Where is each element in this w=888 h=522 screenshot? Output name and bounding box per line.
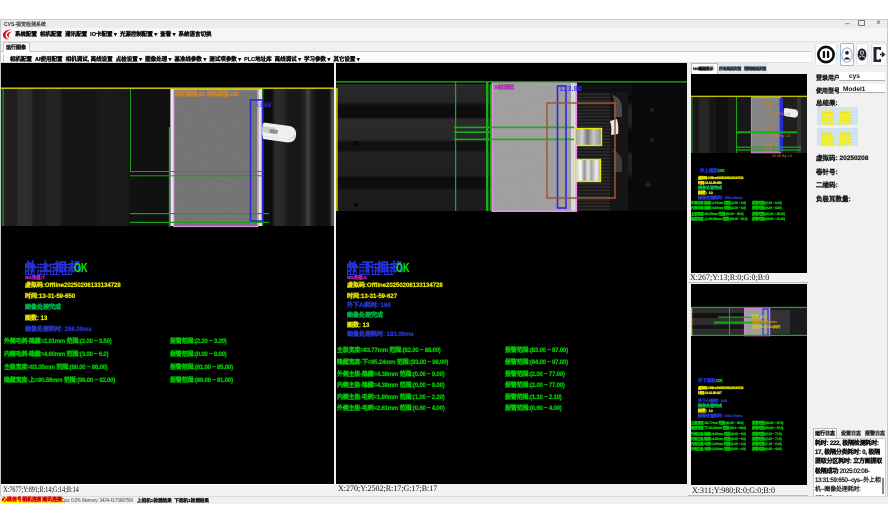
svg-text:范围(93.0~98.0)耗时: 范围(93.0~98.0)耗时 (752, 324, 781, 329)
svg-text:宽度=95.24mm: 宽度=95.24mm (751, 318, 777, 324)
